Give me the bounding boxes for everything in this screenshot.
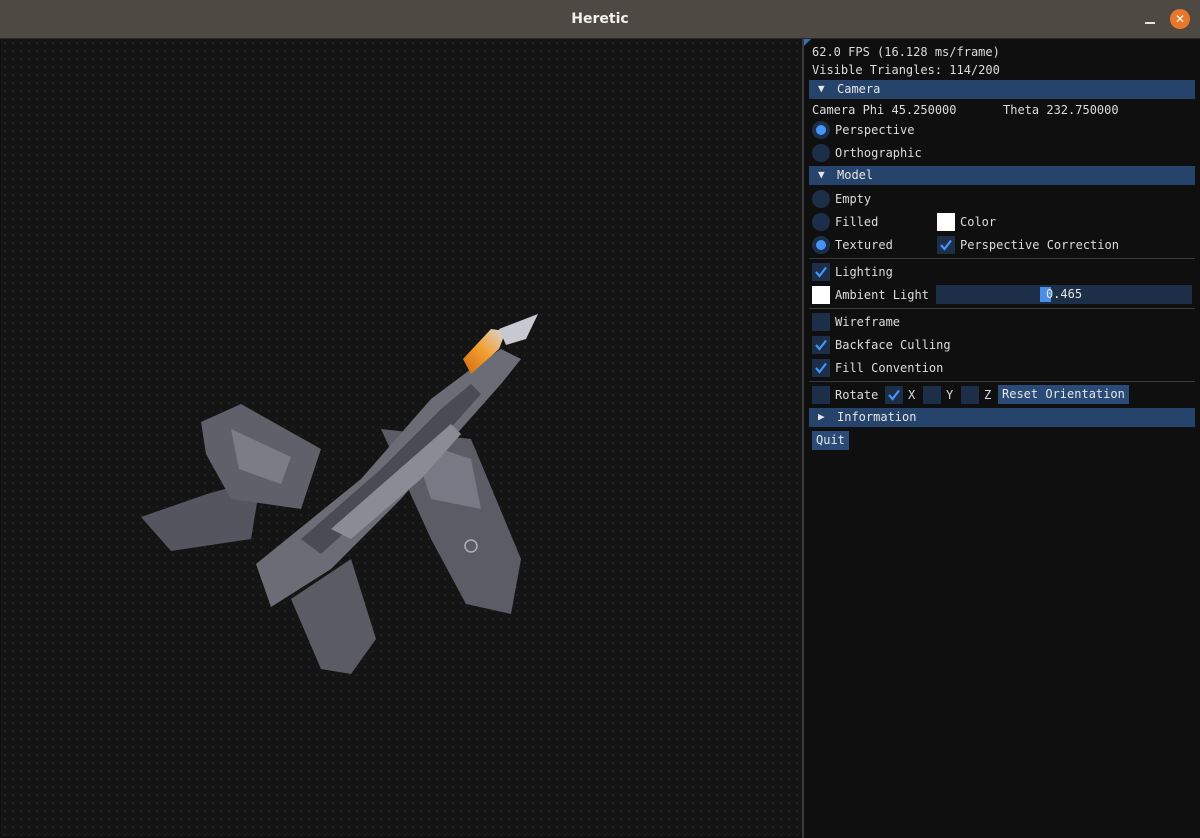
window-title: Heretic <box>571 11 629 27</box>
perspective-correction-label: Perspective Correction <box>960 238 1119 252</box>
backface-culling-label: Backface Culling <box>835 338 951 352</box>
rotate-label: Rotate <box>835 388 879 402</box>
fill-convention-checkbox[interactable] <box>812 359 830 377</box>
rotate-x-label: X <box>908 388 916 402</box>
fps-readout: 62.0 FPS (16.128 ms/frame) <box>812 45 1000 59</box>
empty-label: Empty <box>835 192 872 206</box>
model-header-label: Model <box>837 168 874 182</box>
title-bar[interactable]: Heretic ✕ <box>0 0 1200 39</box>
checkmark-icon <box>815 266 827 278</box>
textured-radio[interactable] <box>812 236 830 254</box>
separator <box>809 258 1195 259</box>
control-panel: 62.0 FPS (16.128 ms/frame) Visible Trian… <box>804 39 1200 838</box>
close-icon: ✕ <box>1174 12 1186 26</box>
camera-header[interactable]: ▼ Camera <box>809 80 1195 99</box>
panel-resize-grip[interactable] <box>804 39 811 46</box>
camera-theta: Theta 232.750000 <box>1003 103 1119 117</box>
triangle-down-icon: ▼ <box>818 82 825 95</box>
information-header[interactable]: ▶ Information <box>809 408 1195 427</box>
separator <box>809 308 1195 309</box>
close-button[interactable]: ✕ <box>1170 9 1190 29</box>
reset-orientation-button[interactable]: Reset Orientation <box>998 385 1129 404</box>
orthographic-radio[interactable] <box>812 144 830 162</box>
triangle-down-icon: ▼ <box>818 168 825 181</box>
rotate-z-label: Z <box>984 388 992 402</box>
lighting-label: Lighting <box>835 265 893 279</box>
camera-phi: Camera Phi 45.250000 <box>812 103 957 117</box>
checkmark-icon <box>815 339 827 351</box>
checkmark-icon <box>888 389 900 401</box>
empty-radio[interactable] <box>812 190 830 208</box>
rotate-y-checkbox[interactable] <box>923 386 941 404</box>
ambient-light-label: Ambient Light <box>835 288 929 302</box>
quit-button[interactable]: Quit <box>812 431 849 450</box>
orthographic-label: Orthographic <box>835 146 922 160</box>
triangle-count: Visible Triangles: 114/200 <box>812 63 1000 77</box>
rotate-x-checkbox[interactable] <box>885 386 903 404</box>
nose-cone <box>499 314 538 345</box>
ambient-light-value: 0.465 <box>1045 287 1083 301</box>
information-header-label: Information <box>837 410 917 424</box>
triangle-right-icon: ▶ <box>818 410 825 423</box>
filled-label: Filled <box>835 215 879 229</box>
minimize-icon <box>1145 22 1155 24</box>
color-label: Color <box>960 215 997 229</box>
perspective-radio[interactable] <box>812 121 830 139</box>
rotate-checkbox[interactable] <box>812 386 830 404</box>
fighter-jet-render <box>141 314 538 674</box>
textured-label: Textured <box>835 238 893 252</box>
camera-header-label: Camera <box>837 82 881 96</box>
wireframe-label: Wireframe <box>835 315 901 329</box>
checkmark-icon <box>940 239 952 251</box>
fill-convention-label: Fill Convention <box>835 361 944 375</box>
rotate-y-label: Y <box>946 388 954 402</box>
ambient-light-color-swatch[interactable] <box>812 286 830 304</box>
perspective-label: Perspective <box>835 123 915 137</box>
wireframe-checkbox[interactable] <box>812 313 830 331</box>
model-header[interactable]: ▼ Model <box>809 166 1195 185</box>
backface-culling-checkbox[interactable] <box>812 336 830 354</box>
app-window: Heretic ✕ 62.0 FPS (16.128 ms/frame) Vis… <box>0 0 1200 838</box>
separator <box>809 381 1195 382</box>
lighting-checkbox[interactable] <box>812 263 830 281</box>
checkmark-icon <box>815 362 827 374</box>
perspective-correction-checkbox[interactable] <box>937 236 955 254</box>
ambient-light-slider[interactable]: 0.465 <box>936 285 1192 304</box>
rotate-z-checkbox[interactable] <box>961 386 979 404</box>
minimize-button[interactable] <box>1140 9 1160 29</box>
filled-radio[interactable] <box>812 213 830 231</box>
model-color-swatch[interactable] <box>937 213 955 231</box>
render-viewport[interactable] <box>1 39 802 836</box>
